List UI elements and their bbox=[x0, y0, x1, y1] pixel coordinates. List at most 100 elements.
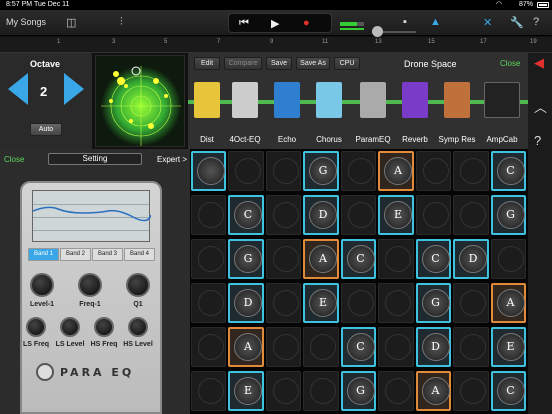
note-pad[interactable]: A bbox=[303, 239, 339, 279]
grid-cell[interactable] bbox=[453, 195, 489, 235]
note-pad[interactable]: C bbox=[340, 327, 376, 367]
note-pad[interactable]: C bbox=[340, 239, 376, 279]
tab-band-2[interactable]: Band 2 bbox=[60, 248, 91, 261]
hs-level-knob[interactable] bbox=[128, 317, 148, 337]
setting-button[interactable]: Setting bbox=[48, 153, 142, 165]
routing-icon[interactable]: ✕ bbox=[483, 16, 492, 29]
note-pad[interactable]: E bbox=[228, 371, 264, 411]
help-circle-icon[interactable]: ? bbox=[534, 133, 541, 148]
grid-cell[interactable] bbox=[265, 239, 301, 279]
hs-freq-knob[interactable] bbox=[94, 317, 114, 337]
save-as-button[interactable]: Save As bbox=[296, 57, 330, 70]
note-pad[interactable]: A bbox=[378, 151, 414, 191]
eq-close-button[interactable]: Close bbox=[4, 155, 24, 164]
wrench-icon[interactable]: 🔧 bbox=[510, 16, 524, 29]
note-pad[interactable]: A bbox=[415, 371, 451, 411]
note-pad[interactable]: E bbox=[378, 195, 414, 235]
pedal-echo[interactable] bbox=[274, 82, 300, 118]
note-pad[interactable]: G bbox=[303, 151, 339, 191]
grid-cell[interactable] bbox=[303, 327, 339, 367]
pedal-symp-res[interactable] bbox=[444, 82, 470, 118]
note-pad[interactable]: G bbox=[490, 195, 526, 235]
note-pad[interactable]: C bbox=[228, 195, 264, 235]
grid-cell[interactable] bbox=[340, 283, 376, 323]
tab-band-4[interactable]: Band 4 bbox=[124, 248, 155, 261]
rewind-icon[interactable]: ⏮ bbox=[239, 17, 249, 30]
ls-freq-knob[interactable] bbox=[26, 317, 46, 337]
note-pad[interactable]: D bbox=[303, 195, 339, 235]
grid-cell[interactable] bbox=[265, 283, 301, 323]
grid-cell[interactable] bbox=[265, 151, 301, 191]
note-pad[interactable]: G bbox=[340, 371, 376, 411]
pedal-reverb[interactable] bbox=[402, 82, 428, 118]
compare-button[interactable]: Compare bbox=[224, 57, 262, 70]
grid-cell[interactable] bbox=[190, 283, 226, 323]
grid-cell[interactable] bbox=[340, 195, 376, 235]
freq-1-knob[interactable] bbox=[78, 273, 102, 297]
chevron-up-icon[interactable]: ︿ bbox=[534, 97, 547, 116]
grid-cell[interactable] bbox=[378, 327, 414, 367]
xy-pad[interactable] bbox=[95, 55, 185, 147]
grid-cell[interactable] bbox=[190, 327, 226, 367]
note-pad[interactable] bbox=[190, 151, 226, 191]
pedal-chorus[interactable] bbox=[316, 82, 342, 118]
grid-cell[interactable] bbox=[415, 151, 451, 191]
auto-button[interactable]: Auto bbox=[30, 123, 62, 136]
my-songs-button[interactable]: My Songs bbox=[6, 17, 46, 27]
grid-cell[interactable] bbox=[265, 327, 301, 367]
note-pad[interactable]: E bbox=[490, 327, 526, 367]
pedal-4oct-eq[interactable] bbox=[232, 82, 258, 118]
timeline-ruler[interactable]: 1 3 5 7 9 11 13 15 17 19 bbox=[0, 37, 552, 53]
grid-cell[interactable] bbox=[265, 371, 301, 411]
grid-cell[interactable] bbox=[190, 239, 226, 279]
note-pad[interactable]: C bbox=[490, 371, 526, 411]
grid-cell[interactable] bbox=[453, 283, 489, 323]
help-icon[interactable]: ? bbox=[533, 16, 539, 28]
note-pad[interactable]: D bbox=[228, 283, 264, 323]
save-button[interactable]: Save bbox=[266, 57, 292, 70]
pedal-ampcab[interactable] bbox=[484, 82, 520, 118]
record-icon[interactable]: ● bbox=[303, 17, 310, 29]
cpu-button[interactable]: CPU bbox=[334, 57, 360, 70]
ls-level-knob[interactable] bbox=[60, 317, 80, 337]
pedal-parameq[interactable] bbox=[360, 82, 386, 118]
note-pad[interactable]: D bbox=[453, 239, 489, 279]
level-1-knob[interactable] bbox=[30, 273, 54, 297]
note-pad[interactable]: G bbox=[415, 283, 451, 323]
octave-up-button[interactable] bbox=[64, 73, 84, 105]
grid-cell[interactable] bbox=[378, 371, 414, 411]
note-pad[interactable]: C bbox=[415, 239, 451, 279]
mixer-icon[interactable]: ⫶ bbox=[120, 16, 123, 29]
note-pad[interactable]: C bbox=[490, 151, 526, 191]
grid-cell[interactable] bbox=[228, 151, 264, 191]
note-pad[interactable]: G bbox=[228, 239, 264, 279]
tab-band-1[interactable]: Band 1 bbox=[28, 248, 59, 261]
grid-cell[interactable] bbox=[378, 283, 414, 323]
grid-cell[interactable] bbox=[453, 327, 489, 367]
bypass-footswitch[interactable] bbox=[36, 363, 54, 381]
grid-cell[interactable] bbox=[453, 371, 489, 411]
grid-cell[interactable] bbox=[190, 195, 226, 235]
eq-graph[interactable] bbox=[32, 190, 151, 242]
tab-band-3[interactable]: Band 3 bbox=[92, 248, 123, 261]
q1-knob[interactable] bbox=[126, 273, 150, 297]
view-toggle-icon[interactable]: ◫ bbox=[66, 16, 76, 29]
edit-button[interactable]: Edit bbox=[194, 57, 220, 70]
play-icon[interactable]: ▶ bbox=[271, 17, 279, 30]
note-pad[interactable]: D bbox=[415, 327, 451, 367]
grid-cell[interactable] bbox=[340, 151, 376, 191]
note-pad[interactable]: E bbox=[303, 283, 339, 323]
note-pad[interactable]: A bbox=[228, 327, 264, 367]
expert-button[interactable]: Expert > bbox=[157, 155, 187, 164]
note-pad[interactable]: A bbox=[490, 283, 526, 323]
grid-cell[interactable] bbox=[303, 371, 339, 411]
metronome-icon[interactable]: ▲ bbox=[430, 16, 441, 28]
master-volume-knob[interactable] bbox=[372, 26, 383, 37]
grid-cell[interactable] bbox=[490, 239, 526, 279]
pedal-dist[interactable] bbox=[194, 82, 220, 118]
grid-cell[interactable] bbox=[453, 151, 489, 191]
octave-down-button[interactable] bbox=[8, 73, 28, 105]
grid-cell[interactable] bbox=[190, 371, 226, 411]
grid-cell[interactable] bbox=[265, 195, 301, 235]
grid-cell[interactable] bbox=[415, 195, 451, 235]
